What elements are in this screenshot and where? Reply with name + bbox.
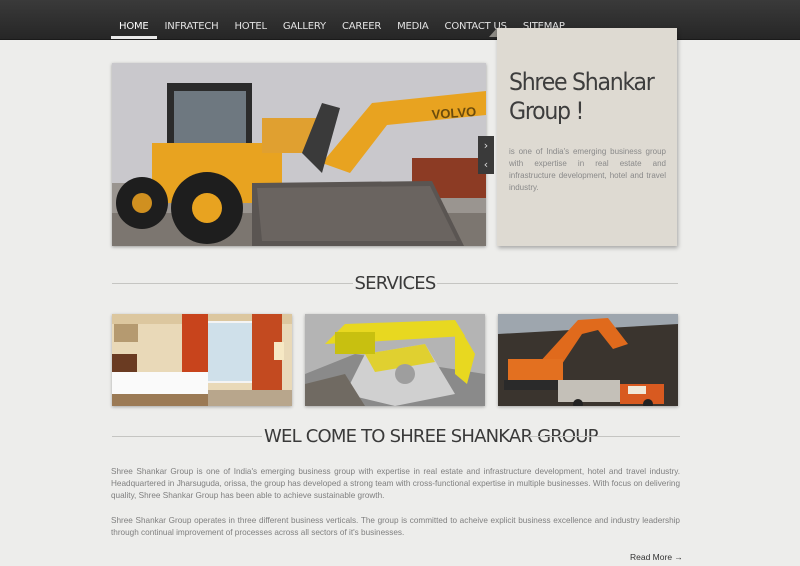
nav-infratech[interactable]: INFRATECH (157, 0, 227, 39)
welcome-paragraph-2: Shree Shankar Group operates in three di… (111, 516, 680, 537)
svg-text:VOLVO: VOLVO (431, 104, 476, 122)
slider-prev-button[interactable]: ‹ (478, 155, 494, 174)
nav-home[interactable]: HOME (111, 0, 157, 39)
services-title: SERVICES (354, 273, 437, 294)
intro-box: Shree Shankar Group ! is one of India's … (497, 28, 677, 246)
excavator-3d-photo (305, 314, 485, 406)
loader-photo: VOLVO (112, 63, 486, 246)
hotel-room-photo (112, 314, 292, 406)
intro-title: Shree Shankar Group ! (509, 68, 655, 125)
chevron-right-icon: › (483, 139, 489, 152)
read-more-link[interactable]: Read More → (630, 552, 683, 562)
welcome-paragraph-1: Shree Shankar Group is one of India's em… (111, 467, 680, 500)
nav-career[interactable]: CAREER (334, 0, 389, 39)
service-hotel-image[interactable] (112, 314, 292, 406)
welcome-title: WEL COME TO SHREE SHANKAR GROUP (264, 426, 599, 447)
hero-slider-image: VOLVO (112, 63, 486, 246)
intro-box-fold (489, 28, 497, 37)
intro-text: is one of India's emerging business grou… (509, 147, 666, 192)
slider-next-button[interactable]: › (478, 136, 494, 155)
service-mining-image[interactable] (498, 314, 678, 406)
services-rule-right (437, 283, 678, 284)
mining-excavator-photo (498, 314, 678, 406)
service-infratech-image[interactable] (305, 314, 485, 406)
nav-hotel[interactable]: HOTEL (226, 0, 274, 39)
top-nav-bar: HOME INFRATECH HOTEL GALLERY CAREER MEDI… (0, 0, 800, 40)
services-rule-left (112, 283, 353, 284)
welcome-rule-left (112, 436, 262, 437)
nav-gallery[interactable]: GALLERY (275, 0, 334, 39)
nav-media[interactable]: MEDIA (389, 0, 436, 39)
welcome-rule-right (528, 436, 680, 437)
chevron-left-icon: ‹ (483, 158, 489, 171)
